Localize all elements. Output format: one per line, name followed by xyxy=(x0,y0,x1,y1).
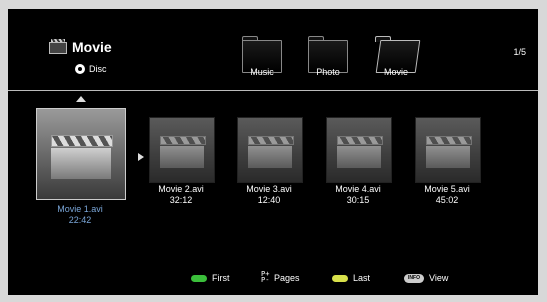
media-item-duration: 32:12 xyxy=(169,195,193,205)
page-counter: 1/5 xyxy=(513,47,526,57)
media-item-name[interactable]: Movie 3.avi xyxy=(234,184,304,194)
media-item-duration: 22:42 xyxy=(68,215,92,225)
media-item-thumbnail[interactable] xyxy=(326,117,392,183)
header-divider xyxy=(8,90,538,91)
view-label[interactable]: View xyxy=(429,273,448,283)
folder-label-movie[interactable]: Movie xyxy=(371,67,421,77)
clapperboard-icon xyxy=(337,136,383,168)
folder-label-photo[interactable]: Photo xyxy=(303,67,353,77)
media-item-duration: 12:40 xyxy=(257,195,281,205)
media-item-thumbnail[interactable] xyxy=(149,117,215,183)
media-item-name[interactable]: Movie 2.avi xyxy=(146,184,216,194)
page-title: Movie xyxy=(72,39,112,55)
disc-icon xyxy=(75,64,85,74)
source-label[interactable]: Disc xyxy=(89,64,107,74)
media-item-thumbnail[interactable] xyxy=(36,108,126,200)
clapperboard-icon xyxy=(426,136,472,168)
page-updown-icon[interactable]: P+ P- xyxy=(261,271,269,284)
media-item-name[interactable]: Movie 4.avi xyxy=(323,184,393,194)
first-label[interactable]: First xyxy=(212,273,230,283)
folder-label-music[interactable]: Music xyxy=(237,67,287,77)
clapperboard-icon xyxy=(51,135,113,179)
media-browser-screen: Movie Disc Music Photo Movie 1/5 Movie 1… xyxy=(8,9,538,295)
last-label[interactable]: Last xyxy=(353,273,370,283)
media-item-thumbnail[interactable] xyxy=(415,117,481,183)
media-item-duration: 30:15 xyxy=(346,195,370,205)
info-key-icon[interactable]: INFO xyxy=(404,274,424,283)
movie-header-icon xyxy=(49,39,67,54)
green-key-icon[interactable] xyxy=(191,275,207,282)
media-item-name[interactable]: Movie 1.avi xyxy=(45,204,115,214)
clapperboard-icon xyxy=(160,136,206,168)
media-item-thumbnail[interactable] xyxy=(237,117,303,183)
selection-arrow-icon xyxy=(138,153,144,161)
clapperboard-icon xyxy=(248,136,294,168)
media-item-duration: 45:02 xyxy=(435,195,459,205)
yellow-key-icon[interactable] xyxy=(332,275,348,282)
scroll-up-arrow-icon[interactable] xyxy=(76,96,86,102)
media-item-name[interactable]: Movie 5.avi xyxy=(412,184,482,194)
pages-label[interactable]: Pages xyxy=(274,273,300,283)
